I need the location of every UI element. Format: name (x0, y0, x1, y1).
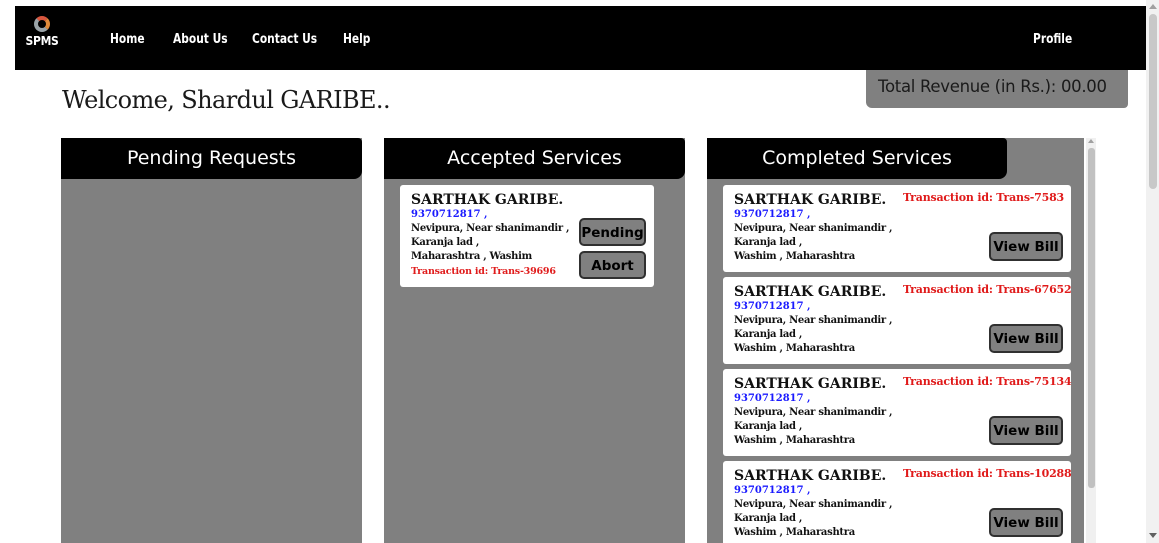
page-scroll-thumb[interactable] (1149, 14, 1157, 189)
completed-services-title: Completed Services (707, 138, 1007, 179)
customer-name: SARTHAK GARIBE. (411, 192, 564, 208)
address-line: Washim , Maharashtra (734, 527, 855, 538)
transaction-id: Transaction id: Trans-10288 (903, 467, 1072, 480)
pending-requests-panel: Pending Requests (61, 138, 362, 543)
transaction-id: Transaction id: Trans-67652 (903, 283, 1072, 296)
address-line: Karanja lad , (734, 421, 803, 432)
scroll-up-arrow-icon[interactable] (1088, 139, 1094, 143)
customer-name: SARTHAK GARIBE. (734, 376, 887, 392)
nav-profile-link[interactable]: Profile (1033, 32, 1072, 47)
accepted-services-title: Accepted Services (384, 138, 685, 179)
completed-service-card: SARTHAK GARIBE. 9370712817 , Nevipura, N… (723, 277, 1072, 364)
scroll-up-arrow-icon[interactable] (1149, 4, 1157, 9)
transaction-id: Transaction id: Trans-7583 (903, 191, 1064, 204)
address-line: Karanja lad , (734, 237, 803, 248)
transaction-id: Transaction id: Trans-39696 (411, 266, 556, 277)
nav-help-link[interactable]: Help (343, 32, 370, 47)
pending-button[interactable]: Pending (579, 218, 646, 246)
address-line: Karanja lad , (734, 513, 803, 524)
customer-phone: 9370712817 , (734, 393, 811, 404)
address-line: Nevipura, Near shanimandir , (734, 407, 893, 418)
address-line: Karanja lad , (734, 329, 803, 340)
address-line: Nevipura, Near shanimandir , (734, 499, 893, 510)
customer-name: SARTHAK GARIBE. (734, 192, 887, 208)
logo[interactable]: SPMS (24, 16, 60, 48)
pending-requests-title: Pending Requests (61, 138, 362, 179)
address-line: Karanja lad , (411, 237, 480, 248)
customer-phone: 9370712817 , (734, 301, 811, 312)
view-bill-button[interactable]: View Bill (989, 416, 1063, 445)
completed-panel-scroll-thumb[interactable] (1088, 148, 1095, 488)
customer-phone: 9370712817 , (734, 209, 811, 220)
accepted-service-card: SARTHAK GARIBE. 9370712817 , Nevipura, N… (400, 185, 654, 287)
address-line: Washim , Maharashtra (734, 435, 855, 446)
logo-text: SPMS (25, 34, 59, 48)
logo-icon (34, 16, 50, 32)
completed-service-card: SARTHAK GARIBE. 9370712817 , Nevipura, N… (723, 369, 1072, 456)
customer-name: SARTHAK GARIBE. (734, 468, 887, 484)
transaction-id: Transaction id: Trans-75134 (903, 375, 1072, 388)
view-bill-button[interactable]: View Bill (989, 324, 1063, 353)
view-bill-button[interactable]: View Bill (989, 232, 1063, 261)
navbar: SPMS Home About Us Contact Us Help Profi… (15, 6, 1149, 70)
nav-home-link[interactable]: Home (110, 32, 145, 47)
total-revenue-badge: Total Revenue (in Rs.): 00.00 (866, 70, 1128, 108)
address-line: Washim , Maharashtra (734, 343, 855, 354)
customer-name: SARTHAK GARIBE. (734, 284, 887, 300)
scroll-down-arrow-icon[interactable] (1149, 533, 1157, 538)
completed-service-card: SARTHAK GARIBE. 9370712817 , Nevipura, N… (723, 185, 1071, 272)
completed-service-card: SARTHAK GARIBE. 9370712817 , Nevipura, N… (723, 461, 1072, 543)
customer-phone: 9370712817 , (411, 209, 488, 220)
nav-contact-link[interactable]: Contact Us (252, 32, 317, 47)
address-line: Washim , Maharashtra (734, 251, 855, 262)
nav-about-link[interactable]: About Us (173, 32, 228, 47)
customer-phone: 9370712817 , (734, 485, 811, 496)
abort-button[interactable]: Abort (579, 251, 646, 279)
welcome-heading: Welcome, Shardul GARIBE.. (62, 86, 391, 114)
address-line: Nevipura, Near shanimandir , (734, 315, 893, 326)
address-line: Maharashtra , Washim (411, 251, 532, 262)
address-line: Nevipura, Near shanimandir , (411, 223, 570, 234)
address-line: Nevipura, Near shanimandir , (734, 223, 893, 234)
view-bill-button[interactable]: View Bill (989, 508, 1063, 537)
